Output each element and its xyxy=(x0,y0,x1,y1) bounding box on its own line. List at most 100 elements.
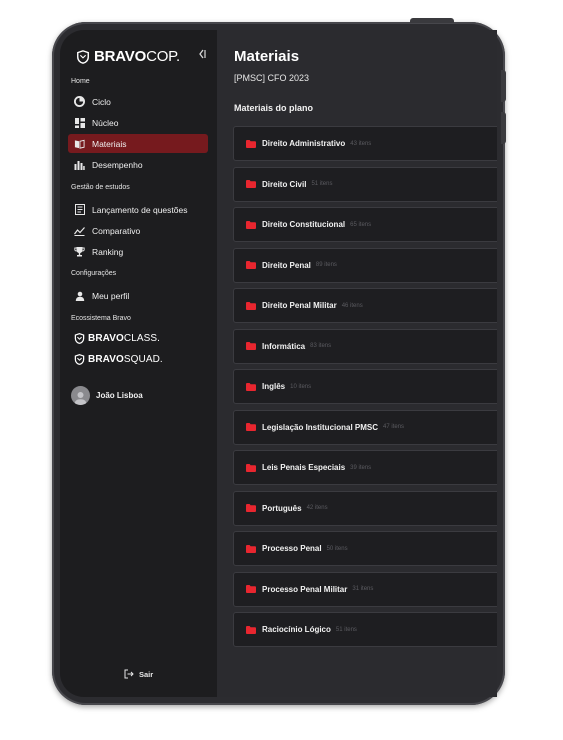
material-row[interactable]: Processo Penal Militar 31 itens xyxy=(233,571,497,607)
material-name: Direito Civil xyxy=(262,179,307,189)
sidebar-item-label: Núcleo xyxy=(92,117,119,128)
material-name: Legislação Institucional PMSC xyxy=(262,422,379,432)
sidebar: BRAVOCOP. Home Ciclo Núcleo Materiais De… xyxy=(60,30,217,697)
material-row[interactable]: Leis Penais Especiais 39 itens xyxy=(233,450,497,485)
material-row[interactable]: Direito Administrativo 43 itens xyxy=(233,126,497,161)
folder-icon xyxy=(246,180,256,188)
folder-icon xyxy=(246,382,256,391)
sidebar-item-label: Lançamento de questões xyxy=(92,204,188,215)
user-name: João Lisboa xyxy=(96,391,143,400)
bravosquad-link[interactable]: BRAVOSQUAD. xyxy=(74,354,163,365)
main-content: Materiais [PMSC] CFO 2023 Materiais do p… xyxy=(217,30,497,697)
wolf-shield-icon xyxy=(77,49,89,64)
material-row[interactable]: Direito Penal 89 itens xyxy=(233,247,497,283)
material-name: Processo Penal Militar xyxy=(262,584,348,594)
material-row[interactable]: Legislação Institucional PMSC 47 itens xyxy=(233,409,497,445)
material-name: Inglês xyxy=(262,382,286,391)
logout-label: Sair xyxy=(139,669,154,679)
section-label-configuracoes: Configurações xyxy=(71,270,117,277)
plan-name: [PMSC] CFO 2023 xyxy=(234,73,310,83)
line-chart-icon xyxy=(74,225,85,236)
folder-icon xyxy=(246,585,256,593)
folder-icon xyxy=(246,301,256,310)
material-row[interactable]: Direito Civil 51 itens xyxy=(233,166,497,202)
wolf-shield-icon xyxy=(74,354,85,365)
folder-icon xyxy=(246,261,256,269)
material-count: 50 itens xyxy=(326,545,348,552)
user-profile[interactable]: João Lisboa xyxy=(71,386,143,405)
material-row[interactable]: Raciocínio Lógico 51 itens xyxy=(233,612,497,647)
material-name: Português xyxy=(262,503,302,513)
pie-chart-icon xyxy=(74,96,85,107)
sidebar-item-materiais[interactable]: Materiais xyxy=(68,134,208,153)
material-name: Direito Administrativo xyxy=(262,139,346,148)
sidebar-item-label: Materiais xyxy=(92,138,127,149)
material-name: Direito Constitucional xyxy=(262,220,346,229)
grid-icon xyxy=(74,117,85,128)
section-title: Materiais do plano xyxy=(234,103,314,113)
folder-icon xyxy=(246,423,256,431)
section-label-gestao: Gestão de estudos xyxy=(71,184,130,191)
material-count: 31 itens xyxy=(352,586,374,592)
sidebar-item-meu-perfil[interactable]: Meu perfil xyxy=(68,286,208,305)
sidebar-item-ranking[interactable]: Ranking xyxy=(68,242,208,261)
material-count: 65 itens xyxy=(350,221,372,228)
device-volume-up xyxy=(501,70,506,102)
logout-button[interactable]: Sair xyxy=(124,669,153,679)
material-count: 83 itens xyxy=(310,343,332,349)
material-row[interactable]: Direito Penal Militar 46 itens xyxy=(233,288,497,323)
eco-thin: SQUAD. xyxy=(123,354,163,365)
material-count: 51 itens xyxy=(311,181,333,187)
folder-icon xyxy=(246,625,256,634)
app-screen: BRAVOCOP. Home Ciclo Núcleo Materiais De… xyxy=(60,30,497,697)
material-row[interactable]: Informática 83 itens xyxy=(233,328,497,364)
sidebar-item-label: Ranking xyxy=(92,246,124,257)
sidebar-item-nucleo[interactable]: Núcleo xyxy=(68,113,208,132)
material-count: 47 itens xyxy=(383,424,405,430)
logo-thin: COP. xyxy=(146,48,181,65)
material-name: Raciocínio Lógico xyxy=(262,625,331,634)
folder-icon xyxy=(246,342,256,350)
material-row[interactable]: Português 42 itens xyxy=(233,490,497,526)
material-count: 10 itens xyxy=(290,383,312,390)
material-name: Direito Penal xyxy=(262,260,311,270)
sidebar-item-desempenho[interactable]: Desempenho xyxy=(68,155,208,174)
logo-bold: BRAVO xyxy=(94,48,147,65)
device-power-button xyxy=(410,18,454,23)
sidebar-item-comparativo[interactable]: Comparativo xyxy=(68,221,208,240)
material-name: Processo Penal xyxy=(262,544,322,553)
folder-icon xyxy=(246,220,256,229)
folder-icon xyxy=(246,504,256,512)
device-volume-down xyxy=(501,112,506,144)
materials-list: Direito Administrativo 43 itens Direito Ci… xyxy=(233,126,497,653)
material-name: Informática xyxy=(262,341,306,351)
material-name: Direito Penal Militar xyxy=(262,301,337,310)
bravoclass-link[interactable]: BRAVOCLASS. xyxy=(74,333,160,344)
folder-icon xyxy=(246,544,256,553)
material-count: 51 itens xyxy=(335,626,357,633)
material-row[interactable]: Direito Constitucional 65 itens xyxy=(233,207,497,242)
collapse-sidebar-icon[interactable] xyxy=(198,49,206,62)
material-name: Leis Penais Especiais xyxy=(262,463,346,472)
sidebar-item-label: Desempenho xyxy=(92,159,143,170)
sidebar-item-lancamento[interactable]: Lançamento de questões xyxy=(68,200,208,219)
eco-thin: CLASS. xyxy=(123,333,161,344)
material-count: 46 itens xyxy=(341,302,363,309)
material-count: 42 itens xyxy=(306,505,328,511)
material-count: 89 itens xyxy=(315,262,337,268)
bravocop-logo[interactable]: BRAVOCOP. xyxy=(76,48,180,65)
avatar xyxy=(71,386,90,405)
sidebar-item-label: Comparativo xyxy=(92,225,141,236)
material-count: 39 itens xyxy=(350,464,372,471)
folder-icon xyxy=(246,139,256,148)
material-row[interactable]: Processo Penal 50 itens xyxy=(233,531,497,566)
material-row[interactable]: Inglês 10 itens xyxy=(233,369,497,404)
section-label-home: Home xyxy=(71,78,90,85)
eco-bold: BRAVO xyxy=(88,354,124,365)
list-icon xyxy=(74,204,85,215)
page-title: Materiais xyxy=(234,48,300,65)
sidebar-item-ciclo[interactable]: Ciclo xyxy=(68,92,208,111)
sidebar-item-label: Meu perfil xyxy=(92,290,130,301)
wolf-shield-icon xyxy=(74,333,85,344)
material-count: 43 itens xyxy=(350,140,372,147)
